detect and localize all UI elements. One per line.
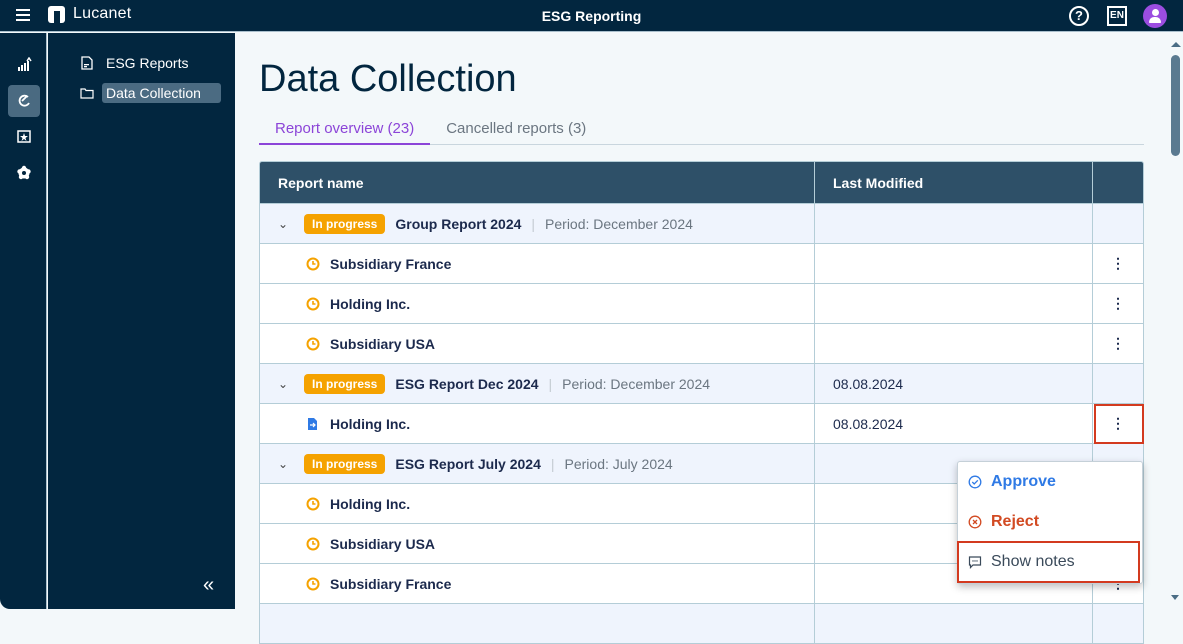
table-row[interactable]: Holding Inc. ⋮: [260, 283, 1143, 323]
clock-icon: [306, 497, 320, 510]
nav-item-data-collection[interactable]: Data Collection: [80, 82, 221, 104]
entity-name: Subsidiary France: [330, 575, 452, 592]
entity-name: Holding Inc.: [330, 295, 411, 312]
status-badge: In progress: [304, 213, 386, 234]
clock-icon: [306, 257, 320, 270]
more-actions-icon[interactable]: ⋮: [1106, 252, 1130, 276]
x-circle-icon: [968, 515, 982, 529]
separator: |: [550, 455, 555, 472]
rail-data-collection[interactable]: [8, 85, 40, 117]
group-period: Period: July 2024: [564, 455, 673, 472]
tab-report-overview[interactable]: Report overview (23): [259, 120, 431, 145]
icon-rail: [0, 33, 47, 609]
last-modified: 08.08.2024: [833, 375, 904, 392]
analytics-icon: [18, 57, 32, 71]
language-selector[interactable]: EN: [1107, 6, 1127, 26]
starred-report-icon: [17, 130, 31, 143]
menu-item-reject[interactable]: Reject: [958, 502, 1142, 542]
menu-item-label: Reject: [991, 513, 1040, 530]
scrollbar-thumb[interactable]: [1171, 55, 1180, 156]
more-actions-icon[interactable]: ⋮: [1106, 332, 1130, 356]
entity-name: Holding Inc.: [330, 495, 411, 512]
status-badge: In progress: [304, 453, 386, 474]
chevron-down-icon[interactable]: ⌄: [278, 217, 290, 231]
clock-icon: [306, 537, 320, 550]
chevron-down-icon[interactable]: ⌄: [278, 377, 290, 391]
rail-starred-reports[interactable]: [8, 121, 40, 153]
collapse-sidebar-icon[interactable]: «: [203, 574, 214, 597]
group-name: ESG Report Dec 2024: [395, 375, 539, 392]
separator: |: [531, 215, 536, 232]
separator: |: [548, 375, 553, 392]
highlighted-more-actions: [1094, 404, 1144, 444]
group-row[interactable]: ⌄ In progress ESG Report Dec 2024 | Period: …: [260, 363, 1143, 403]
status-badge: In progress: [304, 373, 386, 394]
help-icon[interactable]: ?: [1069, 6, 1089, 26]
entity-name: Subsidiary USA: [330, 535, 436, 552]
top-bar: Lucanet ESG Reporting ? EN: [0, 0, 1183, 32]
table-row[interactable]: Subsidiary France ⋮: [260, 243, 1143, 283]
menu-item-label: Approve: [991, 473, 1056, 490]
table-row[interactable]: Holding Inc. 08.08.2024 ⋮: [260, 403, 1143, 443]
group-row[interactable]: ⌄ In progress Group Report 2024 | Period: De…: [260, 203, 1143, 243]
group-name: Group Report 2024: [395, 215, 522, 232]
folder-icon: [80, 88, 94, 99]
rail-analytics[interactable]: [8, 49, 40, 81]
group-name: ESG Report July 2024: [395, 455, 541, 472]
column-header-actions: [1093, 162, 1143, 203]
settings-icon: [17, 165, 31, 180]
scroll-down-arrow-icon[interactable]: [1171, 595, 1179, 600]
user-avatar[interactable]: [1143, 4, 1167, 28]
vertical-scrollbar[interactable]: [1168, 33, 1183, 609]
nav-item-esg-reports[interactable]: ESG Reports: [80, 52, 192, 74]
last-modified: 08.08.2024: [833, 415, 904, 432]
group-period: Period: December 2024: [545, 215, 693, 232]
nav-item-label: ESG Reports: [106, 55, 189, 71]
more-actions-icon[interactable]: ⋮: [1106, 292, 1130, 316]
tab-bar: Report overview (23) Cancelled reports (…: [259, 120, 1144, 145]
clock-icon: [306, 337, 320, 350]
rail-settings[interactable]: [8, 157, 40, 189]
tab-cancelled-reports[interactable]: Cancelled reports (3): [430, 120, 602, 144]
page-title: Data Collection: [259, 58, 517, 100]
group-period: Period: December 2024: [562, 375, 711, 392]
clock-icon: [306, 577, 320, 590]
entity-name: Subsidiary USA: [330, 335, 436, 352]
table-header: Report name Last Modified: [260, 162, 1143, 203]
check-circle-icon: [968, 475, 982, 489]
column-header-last-modified[interactable]: Last Modified: [815, 162, 1093, 203]
side-navigation: ESG Reports Data Collection «: [48, 33, 235, 609]
menu-item-approve[interactable]: Approve: [958, 462, 1142, 502]
data-collection-icon: [18, 94, 30, 107]
group-row-partial: [260, 603, 1143, 643]
table-row[interactable]: Subsidiary USA ⋮: [260, 323, 1143, 363]
entity-name: Holding Inc.: [330, 415, 411, 432]
highlighted-show-notes: [957, 541, 1140, 583]
scroll-up-arrow-icon[interactable]: [1171, 42, 1181, 47]
app-title: ESG Reporting: [541, 8, 642, 24]
column-header-report-name[interactable]: Report name: [260, 162, 815, 203]
clock-icon: [306, 297, 320, 310]
chevron-down-icon[interactable]: ⌄: [278, 457, 290, 471]
nav-item-label: Data Collection: [102, 83, 221, 103]
entity-name: Subsidiary France: [330, 255, 452, 272]
document-submitted-icon: [308, 417, 317, 430]
document-icon: [81, 56, 93, 70]
